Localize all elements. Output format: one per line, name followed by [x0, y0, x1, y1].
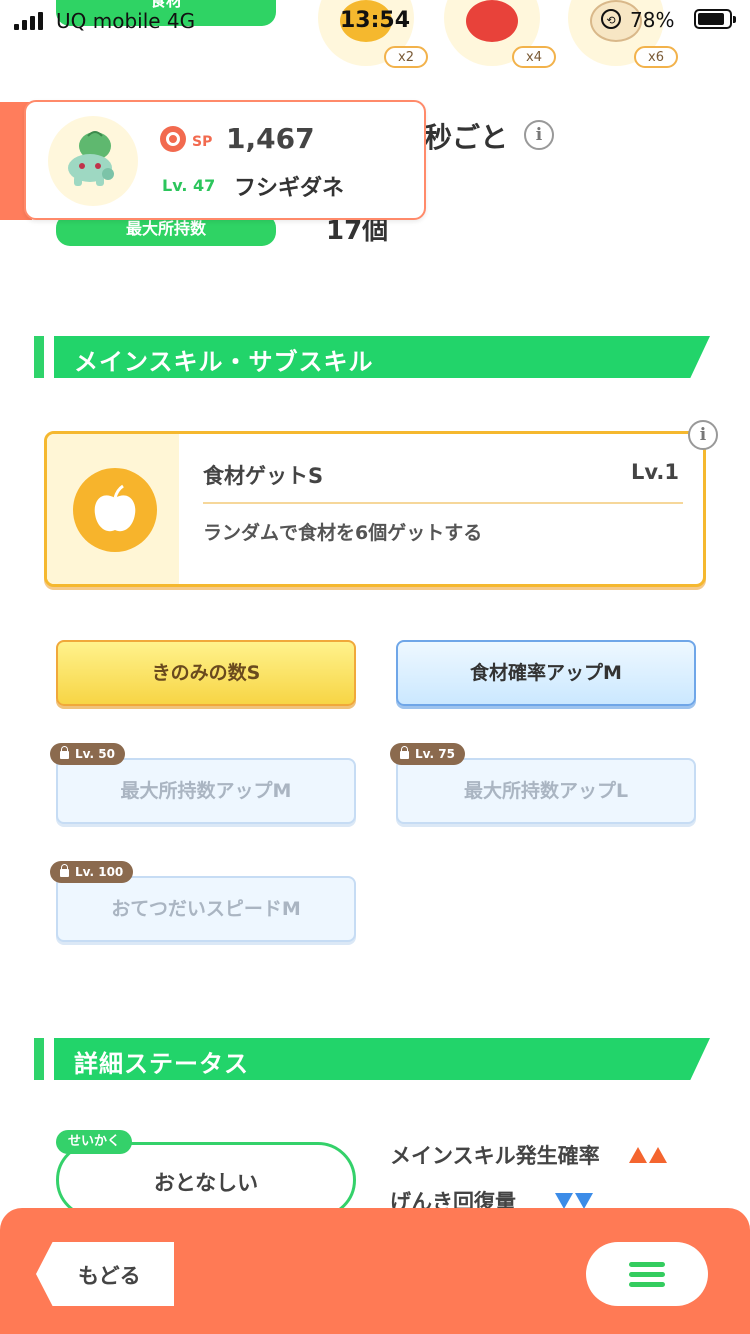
pokemon-avatar [48, 116, 138, 206]
lock-badge: Lv. 50 [50, 743, 125, 765]
sub-skill-button-locked[interactable]: おてつだいスピードM [56, 876, 356, 942]
sub-skill-button[interactable]: 食材確率アップM [396, 640, 696, 706]
ingredient-qty: x2 [384, 46, 428, 68]
info-icon[interactable]: i [688, 420, 718, 450]
back-button[interactable]: もどる [36, 1242, 174, 1306]
sp-value: 1,467 [226, 122, 315, 155]
main-skill-card[interactable]: 食材ゲットS Lv.1 ランダムで食材を6個ゲットする [44, 431, 706, 587]
divider [203, 502, 683, 504]
lock-icon [60, 864, 69, 877]
apple-icon [73, 468, 157, 552]
main-skill-name: 食材ゲットS [203, 464, 324, 488]
skills-section-header: メインスキル・サブスキル [34, 336, 710, 378]
pokemon-name: フシギダネ [234, 176, 345, 201]
sub-skill-button[interactable]: きのみの数S [56, 640, 356, 706]
main-skill-description: ランダムで食材を6個ゲットする [203, 522, 483, 544]
main-skill-level: Lv.1 [631, 460, 679, 484]
bottom-bar: もどる [0, 1208, 750, 1334]
orientation-lock-icon: ⟲ [601, 9, 621, 29]
sub-skill-button-locked[interactable]: 最大所持数アップM [56, 758, 356, 824]
bulbasaur-icon [68, 131, 114, 186]
carrier-label: UQ mobile 4G [56, 9, 196, 33]
pokemon-level: Lv. 47 [162, 176, 216, 195]
menu-button[interactable] [586, 1242, 708, 1306]
back-label: もどる [78, 1264, 141, 1288]
unlock-level: Lv. 100 [75, 865, 124, 879]
clock: 13:54 [340, 8, 411, 33]
ingredient-qty: x6 [634, 46, 678, 68]
unlock-level: Lv. 50 [75, 747, 115, 761]
signal-icon [14, 12, 43, 30]
battery-icon [694, 9, 736, 29]
lock-icon [60, 746, 69, 759]
sp-icon [160, 126, 186, 152]
ingredient-qty: x4 [512, 46, 556, 68]
lock-badge: Lv. 75 [390, 743, 465, 765]
nature-value: おとなしい [153, 1171, 259, 1195]
section-title: 詳細ステータス [74, 1050, 249, 1078]
frequency-text: 秒ごと [424, 121, 509, 154]
nature-tag: せいかく [56, 1130, 133, 1154]
lock-badge: Lv. 100 [50, 861, 134, 883]
stat-up-line: メインスキル発生確率 [390, 1140, 667, 1170]
status-bar: UQ mobile 4G 13:54 ⟲ 78% [0, 0, 750, 42]
battery-percent: 78% [630, 8, 675, 32]
stat-label: メインスキル発生確率 [390, 1144, 600, 1168]
unlock-level: Lv. 75 [415, 747, 455, 761]
details-section-header: 詳細ステータス [34, 1038, 710, 1080]
up-arrows-icon [627, 1144, 667, 1168]
pokemon-card[interactable]: SP 1,467 Lv. 47 フシギダネ [24, 100, 426, 220]
lock-icon [400, 746, 409, 759]
section-title: メインスキル・サブスキル [74, 348, 374, 376]
sub-skill-button-locked[interactable]: 最大所持数アップL [396, 758, 696, 824]
sp-label: SP [192, 134, 213, 150]
info-icon[interactable]: i [524, 120, 554, 150]
